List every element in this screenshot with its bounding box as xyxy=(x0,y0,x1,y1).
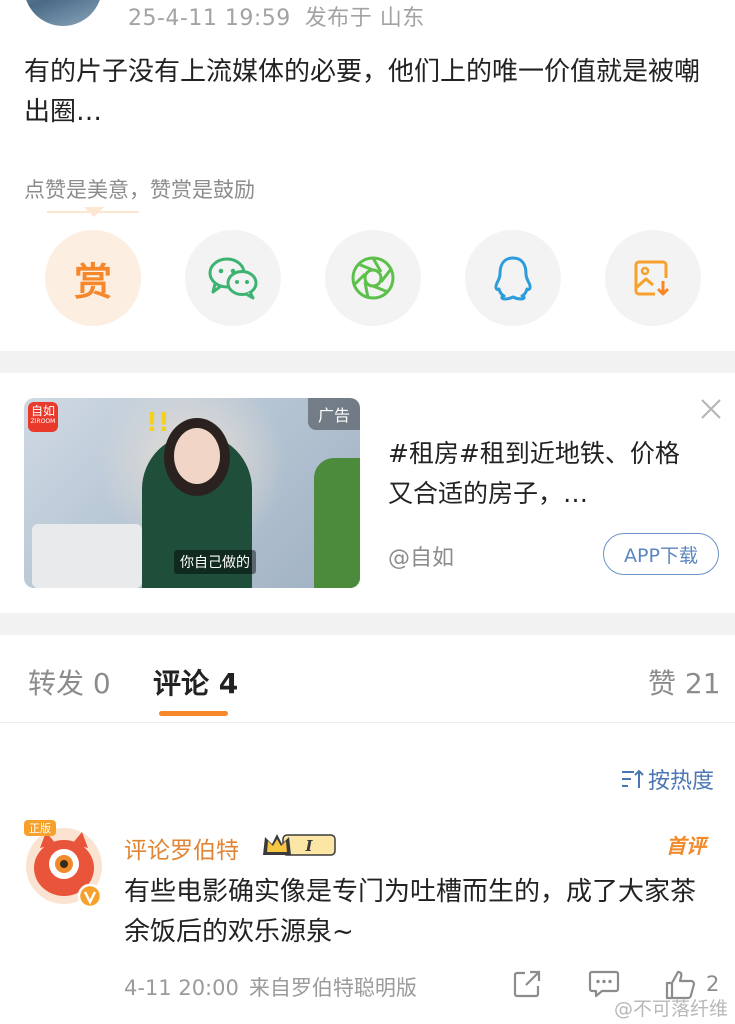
share-icon[interactable] xyxy=(512,969,542,999)
ad-image-plant xyxy=(314,458,360,588)
first-comment-badge: 首评 xyxy=(666,834,706,858)
post-date: 25-4-11 19:59 xyxy=(128,6,291,31)
tab-comments[interactable]: 评论 4 xyxy=(153,662,238,702)
ad-title[interactable]: #租房#租到近地铁、价格又合适的房子，… xyxy=(388,434,688,514)
save-image-button[interactable] xyxy=(605,230,701,326)
tab-likes[interactable]: 赞 21 xyxy=(648,662,721,702)
comment-meta: 4-11 20:00 来自罗伯特聪明版 xyxy=(124,972,417,1002)
svg-text:正版: 正版 xyxy=(29,821,51,835)
section-divider xyxy=(0,351,735,373)
post-location: 发布于 山东 xyxy=(304,6,425,31)
author-avatar[interactable] xyxy=(24,0,102,26)
moments-icon xyxy=(351,256,395,300)
reward-hint-caret xyxy=(84,207,104,217)
comment-text: 有些电影确实像是专门为吐槽而生的，成了大家茶余饭后的欢乐源泉~ xyxy=(124,877,697,947)
sort-by-hot-button[interactable]: 按热度 xyxy=(620,763,714,795)
sort-label: 按热度 xyxy=(648,769,715,794)
commenter-name[interactable]: 评论罗伯特 xyxy=(124,831,239,865)
section-divider xyxy=(0,613,735,635)
close-icon[interactable] xyxy=(700,398,722,420)
ad-image-laptop xyxy=(32,524,142,588)
comment-source: 来自罗伯特聪明版 xyxy=(248,976,417,1000)
share-wechat-button[interactable] xyxy=(185,230,281,326)
reward-icon: 赏 xyxy=(73,258,112,304)
tab-repost[interactable]: 转发 0 xyxy=(28,662,111,702)
reward-button[interactable]: 赏 xyxy=(45,230,141,326)
reward-hint: 点赞是美意，赞赏是鼓励 xyxy=(24,178,255,202)
ad-logo-sub: ZIROOM xyxy=(30,418,56,425)
sort-icon xyxy=(622,769,644,788)
tab-divider xyxy=(0,722,735,723)
member-crown-icon: I xyxy=(263,834,336,856)
qq-icon xyxy=(494,256,532,301)
ad-image-caption: 你自己做的 xyxy=(174,550,256,574)
post-text: 有的片子没有上流媒体的必要，他们上的唯一价值就是被嘲出圈… xyxy=(24,57,701,127)
like-count: 2 xyxy=(706,972,720,996)
comment-time: 4-11 20:00 xyxy=(124,976,239,1000)
share-qq-button[interactable] xyxy=(465,230,561,326)
active-tab-indicator xyxy=(159,711,228,716)
member-level: I xyxy=(304,837,313,855)
app-download-button[interactable]: APP下载 xyxy=(603,533,719,575)
watermark: @不可落纤维 xyxy=(614,998,729,1020)
ad-logo-text: 自如 xyxy=(30,404,55,418)
post-meta: 25-4-11 19:59 发布于 山东 xyxy=(128,0,425,32)
ad-image[interactable]: !! 广告 自如 ZIROOM 你自己做的 xyxy=(24,398,360,588)
commenter-avatar[interactable]: 正版 xyxy=(22,818,106,910)
ad-image-face xyxy=(174,428,220,484)
ad-source[interactable]: @自如 xyxy=(388,540,454,572)
ad-tag: 广告 xyxy=(307,398,360,430)
share-moments-button[interactable] xyxy=(325,230,421,326)
ad-brand-logo: 自如 ZIROOM xyxy=(28,402,58,432)
save-image-icon xyxy=(634,260,670,296)
ad-image-exclaim: !! xyxy=(146,408,170,438)
wechat-icon xyxy=(208,257,258,300)
